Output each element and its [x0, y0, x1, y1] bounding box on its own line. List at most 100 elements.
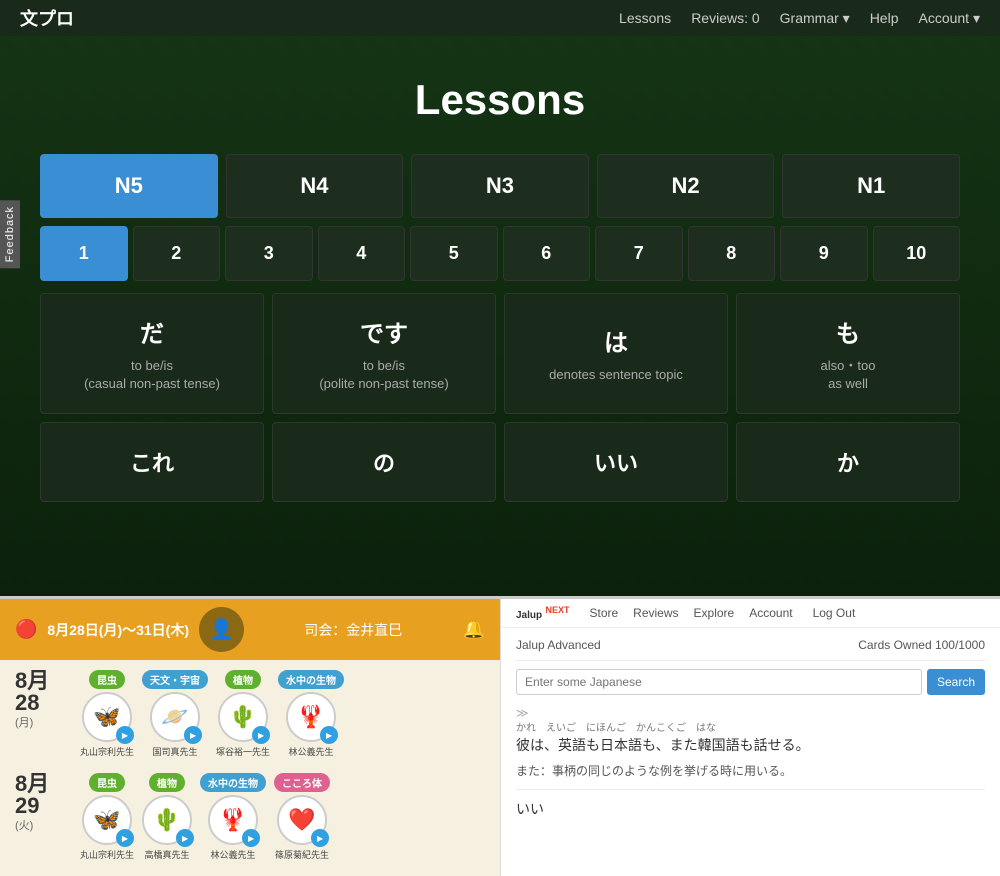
jalup-example: ≫ かれ えいご にほんご かんこくご はな 彼は、英語も日本語も、また韓国語も… [516, 707, 985, 779]
jalup-search-button[interactable]: Search [927, 669, 985, 695]
lesson-item-butterfly-28[interactable]: 昆虫 🦋 ▶ 丸山宗利先生 [80, 670, 134, 758]
number-tab-3[interactable]: 3 [225, 226, 313, 281]
play-button-29-2[interactable]: ▶ [176, 829, 194, 847]
page-title: Lessons [40, 56, 960, 154]
day-number-29: 8月29 [15, 773, 70, 817]
hero-section: Lessons N5 N4 N3 N2 N1 1 2 3 4 5 6 7 8 9… [0, 36, 1000, 596]
lesson-card-kore[interactable]: これ [40, 422, 264, 502]
day-weekday-28: (月) [15, 714, 70, 730]
jalup-explore-link[interactable]: Explore [694, 606, 735, 620]
number-tab-8[interactable]: 8 [688, 226, 776, 281]
lesson-japanese-ii: いい [594, 446, 638, 478]
lesson-card-no[interactable]: の [272, 422, 496, 502]
lesson-card-mo[interactable]: も also・tooas well [736, 293, 960, 414]
nav-reviews[interactable]: Reviews: 0 [691, 10, 759, 26]
jalup-navbar: Jalup NEXT Store Reviews Explore Account… [501, 599, 1000, 628]
jalup-account-link[interactable]: Account [749, 606, 792, 620]
jalup-furigana: かれ えいご にほんご かんこくご はな [516, 719, 985, 734]
lesson-japanese-kore: これ [130, 446, 174, 478]
number-tab-4[interactable]: 4 [318, 226, 406, 281]
number-tab-7[interactable]: 7 [595, 226, 683, 281]
fire-icon: 🔴 [15, 619, 37, 640]
jalup-reviews-link[interactable]: Reviews [633, 606, 678, 620]
lesson-card-ka[interactable]: か [736, 422, 960, 502]
schedule-header: 🔴 8月28日(月)〜31日(木) 👤 司会：金井直巳 🔔 [0, 599, 500, 660]
lesson-english-mo: also・tooas well [821, 357, 876, 393]
lesson-card-da[interactable]: だ to be/is(casual non-past tense) [40, 293, 264, 414]
lessons-row-28: 昆虫 🦋 ▶ 丸山宗利先生 天文・宇宙 🪐 ▶ 国司真先生 [80, 670, 344, 758]
lesson-japanese-desu: です [360, 314, 408, 349]
jalup-nav-links: Store Reviews Explore Account Log Out [589, 606, 855, 620]
lesson-item-sea-29[interactable]: 水中の生物 🦞 ▶ 林公義先生 [200, 773, 266, 861]
lesson-card-desu[interactable]: です to be/is(polite non-past tense) [272, 293, 496, 414]
jalup-cards-owned: Cards Owned 100/1000 [858, 638, 985, 652]
lesson-badge-plant-29: 植物 [149, 773, 185, 792]
number-tab-10[interactable]: 10 [873, 226, 961, 281]
day-label-28: 8月28 (月) [15, 670, 70, 730]
teacher-name-28-3: 塚谷裕一先生 [216, 745, 270, 758]
lesson-item-sea-28[interactable]: 水中の生物 🦞 ▶ 林公義先生 [278, 670, 344, 758]
feedback-tab[interactable]: Feedback [0, 200, 20, 268]
site-logo[interactable]: 文プロ [20, 5, 74, 31]
number-tab-6[interactable]: 6 [503, 226, 591, 281]
jalup-logout-link[interactable]: Log Out [813, 606, 856, 620]
jalup-search: Search [516, 669, 985, 695]
lesson-badge-insect-29: 昆虫 [89, 773, 125, 792]
lesson-item-plant-28[interactable]: 植物 🌵 ▶ 塚谷裕一先生 [216, 670, 270, 758]
number-tab-5[interactable]: 5 [410, 226, 498, 281]
jalup-more-japanese: いい [516, 798, 985, 820]
bottom-panels: 🔴 8月28日(月)〜31日(木) 👤 司会：金井直巳 🔔 8月28 (月) 昆… [0, 596, 1000, 876]
level-tab-n2[interactable]: N2 [597, 154, 775, 218]
play-button-28-2[interactable]: ▶ [184, 726, 202, 744]
play-button-29-3[interactable]: ▶ [242, 829, 260, 847]
number-tab-9[interactable]: 9 [780, 226, 868, 281]
jalup-content: Jalup Advanced Cards Owned 100/1000 Sear… [501, 628, 1000, 836]
jalup-header-row: Jalup Advanced Cards Owned 100/1000 [516, 638, 985, 661]
lessons-row-29: 昆虫 🦋 ▶ 丸山宗利先生 植物 🌵 ▶ 高橋真先生 [80, 773, 330, 861]
lesson-english-desu: to be/is(polite non-past tense) [319, 357, 448, 393]
lesson-card-wa[interactable]: は denotes sentence topic [504, 293, 728, 414]
play-button-29-4[interactable]: ▶ [311, 829, 329, 847]
lesson-cards-row1: だ to be/is(casual non-past tense) です to … [40, 293, 960, 414]
lesson-icon-butterfly-28: 🦋 ▶ [82, 692, 132, 742]
lesson-badge-space-28: 天文・宇宙 [142, 670, 208, 689]
lesson-icon-sea-29: 🦞 ▶ [208, 795, 258, 845]
host-avatar: 👤 [199, 607, 244, 652]
teacher-name-29-1: 丸山宗利先生 [80, 848, 134, 861]
level-tab-n4[interactable]: N4 [226, 154, 404, 218]
play-button-28-3[interactable]: ▶ [252, 726, 270, 744]
lesson-item-heart-29[interactable]: こころ体 ❤️ ▶ 篠原菊紀先生 [274, 773, 330, 861]
number-tab-2[interactable]: 2 [133, 226, 221, 281]
schedule-more-icon[interactable]: 🔔 [463, 619, 485, 640]
scroll-indicator-right: ≫ [516, 707, 529, 719]
level-tab-n3[interactable]: N3 [411, 154, 589, 218]
nav-help[interactable]: Help [870, 10, 899, 26]
number-tab-1[interactable]: 1 [40, 226, 128, 281]
nav-account[interactable]: Account ▾ [918, 10, 980, 27]
lesson-english-da: to be/is(casual non-past tense) [84, 357, 220, 393]
play-button-28-4[interactable]: ▶ [320, 726, 338, 744]
level-tab-n1[interactable]: N1 [782, 154, 960, 218]
lesson-item-plant-29[interactable]: 植物 🌵 ▶ 高橋真先生 [142, 773, 192, 861]
lesson-english-wa: denotes sentence topic [549, 366, 683, 384]
lesson-japanese-mo: も [836, 314, 860, 349]
teacher-name-28-2: 国司真先生 [153, 745, 198, 758]
nav-links: Lessons Reviews: 0 Grammar ▾ Help Accoun… [619, 10, 980, 27]
jalup-search-input[interactable] [516, 669, 922, 695]
lesson-item-space-28[interactable]: 天文・宇宙 🪐 ▶ 国司真先生 [142, 670, 208, 758]
play-button-29-1[interactable]: ▶ [116, 829, 134, 847]
lesson-card-ii[interactable]: いい [504, 422, 728, 502]
play-button-28-1[interactable]: ▶ [116, 726, 134, 744]
jalup-logo[interactable]: Jalup NEXT [516, 605, 569, 621]
nav-lessons[interactable]: Lessons [619, 10, 671, 26]
jalup-panel: Jalup NEXT Store Reviews Explore Account… [500, 599, 1000, 876]
navbar: 文プロ Lessons Reviews: 0 Grammar ▾ Help Ac… [0, 0, 1000, 36]
lesson-item-butterfly-29[interactable]: 昆虫 🦋 ▶ 丸山宗利先生 [80, 773, 134, 861]
teacher-name-29-2: 高橋真先生 [145, 848, 190, 861]
teacher-name-29-3: 林公義先生 [211, 848, 256, 861]
jalup-store-link[interactable]: Store [589, 606, 618, 620]
lesson-badge-sea-29: 水中の生物 [200, 773, 266, 792]
level-tab-n5[interactable]: N5 [40, 154, 218, 218]
lesson-japanese-wa: は [604, 323, 628, 358]
nav-grammar[interactable]: Grammar ▾ [780, 10, 850, 27]
